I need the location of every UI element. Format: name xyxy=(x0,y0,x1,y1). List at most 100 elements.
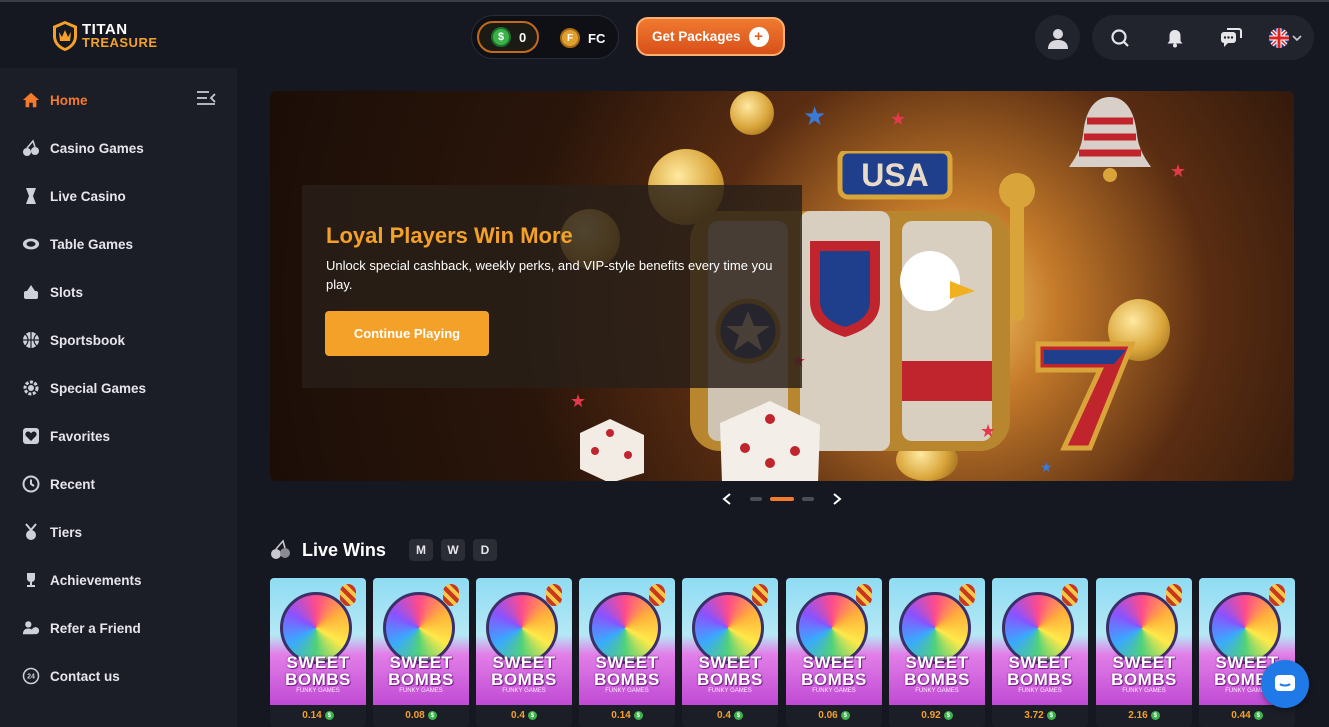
carousel-next-icon[interactable] xyxy=(831,492,843,506)
game-thumbnail: SWEET BOMBS FUNKY GAMES xyxy=(992,578,1088,705)
sidebar-item-home[interactable]: Home xyxy=(22,88,88,112)
sidebar-item-slots[interactable]: Slots xyxy=(22,280,83,304)
sweeps-coin-icon: $ xyxy=(527,711,537,720)
game-thumbnail: SWEET BOMBS FUNKY GAMES xyxy=(786,578,882,705)
live-win-card[interactable]: SWEET BOMBS FUNKY GAMES 0.14 $ xyxy=(579,578,675,727)
carousel-dot[interactable] xyxy=(750,497,762,501)
promo-banner[interactable]: USA ★ ★ ★ ★ ★ ★ ★ Loyal Players Win More… xyxy=(270,91,1294,481)
win-amount-row: 0.44 $ xyxy=(1199,710,1295,721)
win-amount-row: 0.92 $ xyxy=(889,710,985,721)
gold-coin-icon xyxy=(730,91,774,135)
sidebar-item-table-games[interactable]: Table Games xyxy=(22,232,133,256)
sidebar-item-special-games[interactable]: Special Games xyxy=(22,376,146,400)
usa-sign-text: USA xyxy=(861,157,929,193)
filter-month-button[interactable]: M xyxy=(409,539,433,561)
basketball-icon xyxy=(22,331,40,349)
sidebar-item-refer-a-friend[interactable]: Refer a Friend xyxy=(22,616,141,640)
trophy-icon xyxy=(22,571,40,589)
sc-balance-button[interactable]: $ 0 xyxy=(477,21,539,53)
sidebar-item-label: Table Games xyxy=(50,236,134,252)
bell-icon xyxy=(1167,30,1183,48)
game-title-line-1: SWEET xyxy=(1112,653,1176,672)
sidebar-item-label: Tiers xyxy=(50,524,83,540)
home-icon xyxy=(22,91,40,109)
get-packages-label: Get Packages xyxy=(652,29,741,44)
star-icon: ★ xyxy=(980,421,997,441)
lucky-seven-icon xyxy=(1035,341,1136,451)
star-icon: ★ xyxy=(1040,459,1053,475)
live-win-card[interactable]: SWEET BOMBS FUNKY GAMES 3.72 $ xyxy=(992,578,1088,727)
live-win-card[interactable]: SWEET BOMBS FUNKY GAMES 0.4 $ xyxy=(682,578,778,727)
win-amount-row: 3.72 $ xyxy=(992,710,1088,721)
game-title-line-2: BOMBS xyxy=(285,670,351,689)
collapse-sidebar-icon[interactable] xyxy=(196,90,216,106)
support-chat-button[interactable] xyxy=(1261,660,1309,708)
game-maker: FUNKY GAMES xyxy=(708,688,752,694)
banner-subtitle: Unlock special cashback, weekly perks, a… xyxy=(326,258,773,292)
get-packages-button[interactable]: Get Packages + xyxy=(636,17,785,56)
carousel-dot[interactable] xyxy=(802,497,814,501)
win-amount-row: 0.14 $ xyxy=(270,710,366,721)
game-maker: FUNKY GAMES xyxy=(1122,688,1166,694)
sidebar-item-label: Slots xyxy=(50,284,84,300)
game-title-line-1: SWEET xyxy=(492,653,556,672)
top-bar: TITAN TREASURE $ 0 F FC Get Packages + xyxy=(0,0,1329,68)
chat-rooms-button[interactable] xyxy=(1219,26,1243,50)
chat-bubbles-icon xyxy=(1221,28,1242,47)
sidebar-item-achievements[interactable]: Achievements xyxy=(22,568,142,592)
sidebar-item-sportsbook[interactable]: Sportsbook xyxy=(22,328,125,352)
logo[interactable]: TITAN TREASURE xyxy=(52,20,158,52)
game-title-line-2: BOMBS xyxy=(801,670,867,689)
continue-playing-button[interactable]: Continue Playing xyxy=(325,311,489,356)
svg-text:24: 24 xyxy=(27,674,35,681)
live-win-card[interactable]: SWEET BOMBS FUNKY GAMES 0.4 $ xyxy=(476,578,572,727)
sweeps-coin-icon: $ xyxy=(491,27,511,47)
game-maker: FUNKY GAMES xyxy=(296,688,340,694)
win-amount-row: 0.06 $ xyxy=(786,710,882,721)
live-win-card[interactable]: SWEET BOMBS FUNKY GAMES 0.06 $ xyxy=(786,578,882,727)
banner-title: Loyal Players Win More xyxy=(326,223,573,248)
banner-text-panel: Loyal Players Win More Unlock special ca… xyxy=(302,185,802,388)
medal-icon xyxy=(22,523,40,541)
sweeps-coin-icon: $ xyxy=(840,711,850,720)
game-maker: FUNKY GAMES xyxy=(1018,688,1062,694)
sidebar-item-recent[interactable]: Recent xyxy=(22,472,95,496)
sidebar-item-label: Favorites xyxy=(50,428,111,444)
live-win-card[interactable]: SWEET BOMBS FUNKY GAMES 0.92 $ xyxy=(889,578,985,727)
game-title-line-2: BOMBS xyxy=(1111,670,1177,689)
fc-balance-button[interactable]: F FC xyxy=(560,28,605,48)
sidebar-item-casino-games[interactable]: Casino Games xyxy=(22,136,144,160)
sc-balance: 0 xyxy=(519,29,527,45)
fc-label: FC xyxy=(588,30,606,46)
sweeps-coin-icon: $ xyxy=(1253,711,1263,720)
game-maker: FUNKY GAMES xyxy=(399,688,443,694)
sidebar-item-tiers[interactable]: Tiers xyxy=(22,520,82,544)
filter-week-button[interactable]: W xyxy=(441,539,465,561)
notifications-button[interactable] xyxy=(1163,26,1187,50)
sidebar-item-label: Live Casino xyxy=(50,188,126,204)
live-win-card[interactable]: SWEET BOMBS FUNKY GAMES 0.08 $ xyxy=(373,578,469,727)
win-amount: 0.92 xyxy=(921,710,941,721)
game-thumbnail: SWEET BOMBS FUNKY GAMES xyxy=(1096,578,1192,705)
sidebar-item-favorites[interactable]: Favorites xyxy=(22,424,110,448)
game-maker: FUNKY GAMES xyxy=(605,688,649,694)
sidebar-item-live-casino[interactable]: Live Casino xyxy=(22,184,126,208)
fuse-icon xyxy=(752,584,768,606)
sidebar-item-label: Sportsbook xyxy=(50,332,126,348)
sidebar-item-label: Special Games xyxy=(50,380,147,396)
user-icon xyxy=(1047,28,1068,49)
bell-icon xyxy=(1069,97,1151,182)
search-button[interactable] xyxy=(1108,26,1132,50)
carousel-prev-icon[interactable] xyxy=(721,492,733,506)
filter-day-button[interactable]: D xyxy=(473,539,497,561)
game-title-line-2: BOMBS xyxy=(594,670,660,689)
cherries-icon xyxy=(271,539,290,559)
sidebar-item-contact-us[interactable]: 24 Contact us xyxy=(22,664,120,688)
live-win-card[interactable]: SWEET BOMBS FUNKY GAMES 0.14 $ xyxy=(270,578,366,727)
win-amount-row: 0.08 $ xyxy=(373,710,469,721)
game-title-line-2: BOMBS xyxy=(388,670,454,689)
carousel-dot-active[interactable] xyxy=(770,497,794,501)
language-selector[interactable] xyxy=(1268,26,1304,50)
profile-button[interactable] xyxy=(1035,15,1080,60)
live-win-card[interactable]: SWEET BOMBS FUNKY GAMES 2.16 $ xyxy=(1096,578,1192,727)
